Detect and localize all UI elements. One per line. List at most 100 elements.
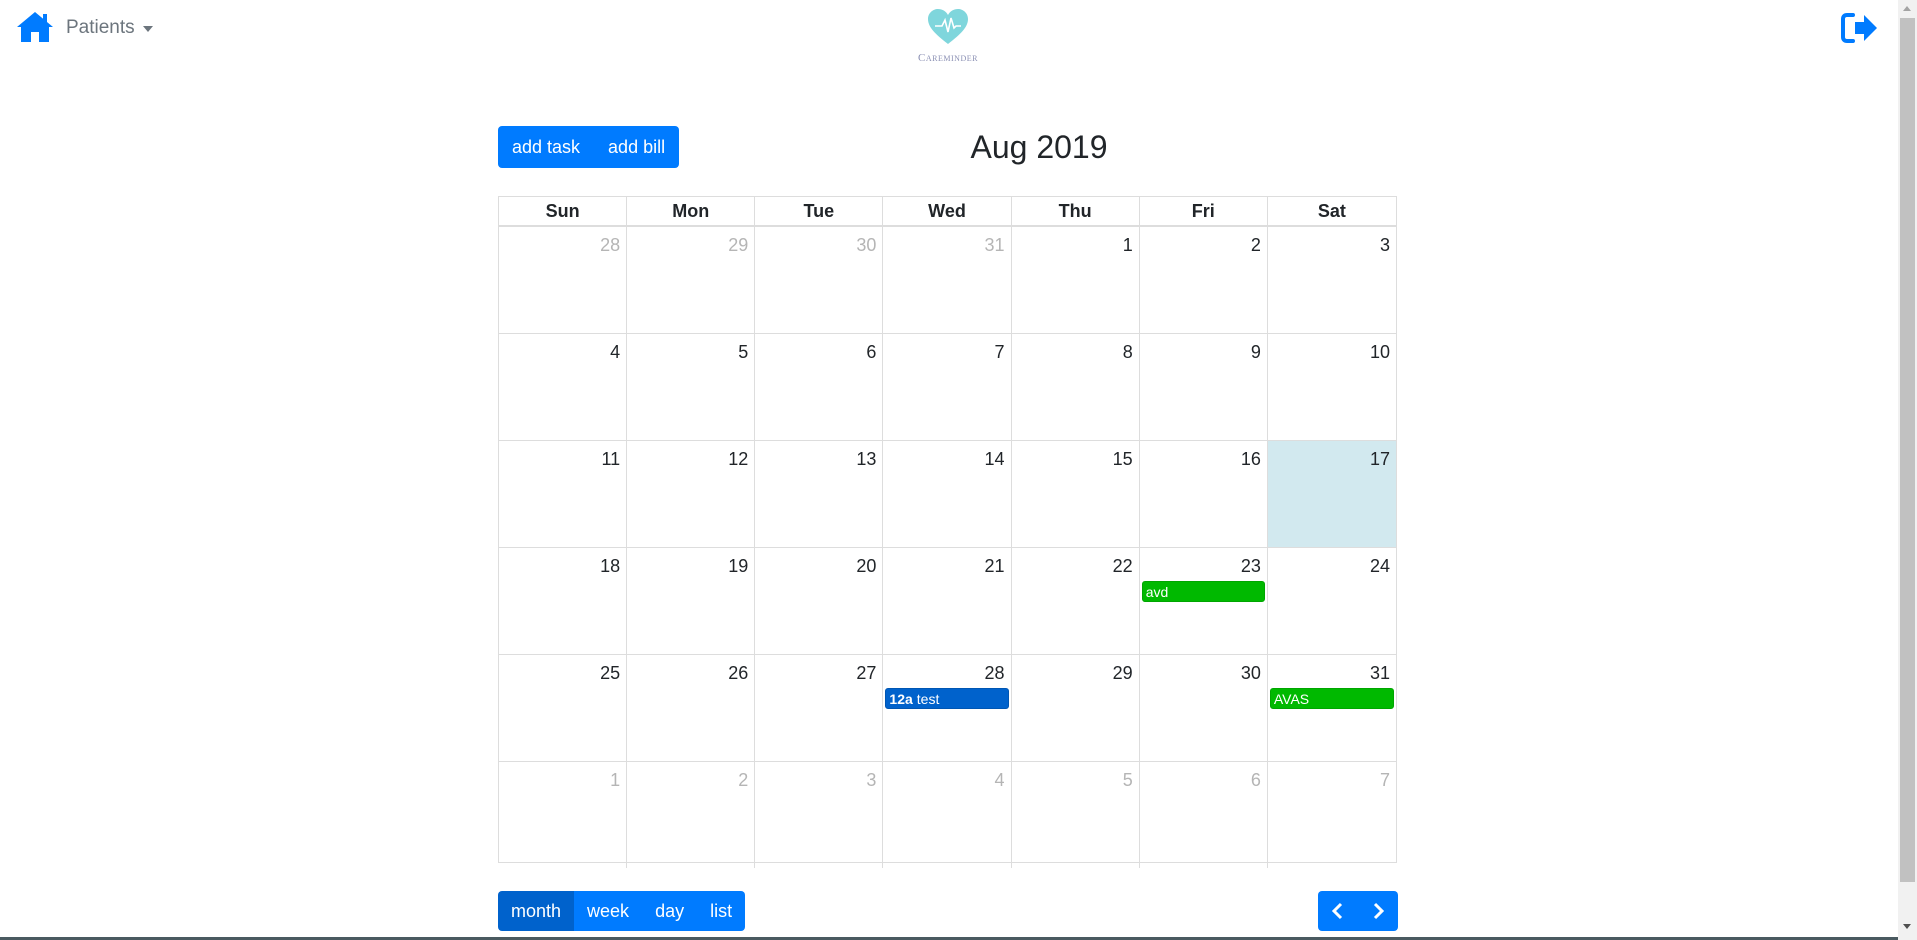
- calendar-event[interactable]: AVAS: [1269, 688, 1394, 709]
- day-number[interactable]: 4: [610, 342, 620, 363]
- vertical-scrollbar[interactable]: [1898, 0, 1917, 940]
- day-cell[interactable]: 16: [1140, 441, 1268, 547]
- day-cell[interactable]: 13: [755, 441, 884, 547]
- next-button[interactable]: [1358, 891, 1398, 931]
- day-number[interactable]: 13: [856, 449, 876, 470]
- day-number[interactable]: 24: [1370, 556, 1390, 577]
- day-number[interactable]: 31: [1370, 663, 1390, 684]
- day-number[interactable]: 5: [1123, 770, 1133, 791]
- patients-dropdown[interactable]: Patients: [66, 16, 153, 40]
- day-number[interactable]: 21: [985, 556, 1005, 577]
- day-number[interactable]: 16: [1241, 449, 1261, 470]
- day-cell[interactable]: 2: [1140, 227, 1268, 333]
- day-cell[interactable]: 9: [1140, 334, 1268, 440]
- day-number[interactable]: 6: [866, 342, 876, 363]
- day-number[interactable]: 9: [1251, 342, 1261, 363]
- day-cell[interactable]: 6: [755, 334, 884, 440]
- day-number[interactable]: 7: [995, 342, 1005, 363]
- day-cell[interactable]: 29: [627, 227, 756, 333]
- day-number[interactable]: 28: [985, 663, 1005, 684]
- home-link[interactable]: [15, 10, 55, 44]
- prev-button[interactable]: [1318, 891, 1358, 931]
- day-cell[interactable]: 23 avd: [1140, 548, 1268, 654]
- day-number[interactable]: 10: [1370, 342, 1390, 363]
- add-bill-button[interactable]: add bill: [594, 126, 680, 168]
- day-cell[interactable]: 10: [1268, 334, 1396, 440]
- day-cell[interactable]: 31 AVAS: [1268, 655, 1396, 761]
- day-number[interactable]: 2: [738, 770, 748, 791]
- logout-link[interactable]: [1841, 12, 1879, 44]
- day-cell[interactable]: 3: [755, 762, 884, 868]
- day-cell[interactable]: 29: [1012, 655, 1140, 761]
- day-number[interactable]: 18: [600, 556, 620, 577]
- day-cell[interactable]: 4: [499, 334, 628, 440]
- day-number[interactable]: 27: [856, 663, 876, 684]
- scroll-down-arrow[interactable]: [1898, 918, 1917, 935]
- day-number[interactable]: 4: [995, 770, 1005, 791]
- day-cell[interactable]: 26: [627, 655, 756, 761]
- day-cell[interactable]: 24: [1268, 548, 1396, 654]
- calendar-event[interactable]: 12a test: [885, 688, 1009, 709]
- day-number[interactable]: 30: [1241, 663, 1261, 684]
- day-cell-today[interactable]: 17: [1267, 441, 1396, 547]
- day-cell[interactable]: 5: [1012, 762, 1140, 868]
- day-number[interactable]: 23: [1241, 556, 1261, 577]
- day-number[interactable]: 3: [1380, 235, 1390, 256]
- day-cell[interactable]: 30: [755, 227, 884, 333]
- day-cell[interactable]: 28: [499, 227, 628, 333]
- day-cell[interactable]: 5: [627, 334, 756, 440]
- day-number[interactable]: 31: [985, 235, 1005, 256]
- day-cell[interactable]: 11: [499, 441, 628, 547]
- day-number[interactable]: 17: [1370, 449, 1390, 470]
- add-task-button[interactable]: add task: [498, 126, 595, 168]
- day-number[interactable]: 14: [985, 449, 1005, 470]
- day-number[interactable]: 1: [1123, 235, 1133, 256]
- scroll-up-arrow[interactable]: [1898, 0, 1917, 17]
- day-cell[interactable]: 31: [883, 227, 1012, 333]
- day-number[interactable]: 30: [856, 235, 876, 256]
- day-cell[interactable]: 21: [883, 548, 1012, 654]
- day-number[interactable]: 12: [728, 449, 748, 470]
- day-view-button[interactable]: day: [642, 891, 698, 931]
- day-cell[interactable]: 25: [499, 655, 628, 761]
- day-number[interactable]: 19: [728, 556, 748, 577]
- day-number[interactable]: 6: [1251, 770, 1261, 791]
- day-cell[interactable]: 1: [499, 762, 628, 868]
- day-number[interactable]: 8: [1123, 342, 1133, 363]
- day-cell[interactable]: 8: [1012, 334, 1140, 440]
- calendar-event[interactable]: avd: [1141, 581, 1265, 602]
- day-cell[interactable]: 19: [627, 548, 756, 654]
- scroll-thumb[interactable]: [1900, 18, 1915, 882]
- day-cell[interactable]: 7: [1268, 762, 1396, 868]
- day-number[interactable]: 15: [1113, 449, 1133, 470]
- day-number[interactable]: 3: [866, 770, 876, 791]
- month-view-button[interactable]: month: [498, 891, 575, 931]
- day-cell[interactable]: 3: [1268, 227, 1396, 333]
- day-cell[interactable]: 14: [883, 441, 1012, 547]
- day-number[interactable]: 11: [601, 449, 620, 470]
- day-cell[interactable]: 22: [1012, 548, 1140, 654]
- day-number[interactable]: 26: [728, 663, 748, 684]
- day-cell[interactable]: 6: [1140, 762, 1268, 868]
- day-cell[interactable]: 28 12a test: [883, 655, 1012, 761]
- day-number[interactable]: 29: [1113, 663, 1133, 684]
- day-cell[interactable]: 15: [1012, 441, 1140, 547]
- day-number[interactable]: 28: [600, 235, 620, 256]
- day-cell[interactable]: 27: [755, 655, 884, 761]
- day-number[interactable]: 5: [738, 342, 748, 363]
- day-number[interactable]: 20: [856, 556, 876, 577]
- week-view-button[interactable]: week: [574, 891, 643, 931]
- day-cell[interactable]: 20: [755, 548, 884, 654]
- day-cell[interactable]: 18: [499, 548, 628, 654]
- day-number[interactable]: 29: [728, 235, 748, 256]
- day-cell[interactable]: 1: [1012, 227, 1140, 333]
- day-number[interactable]: 22: [1113, 556, 1133, 577]
- day-cell[interactable]: 2: [627, 762, 756, 868]
- day-cell[interactable]: 12: [627, 441, 756, 547]
- day-number[interactable]: 7: [1380, 770, 1390, 791]
- day-cell[interactable]: 7: [883, 334, 1012, 440]
- day-cell[interactable]: 30: [1140, 655, 1268, 761]
- day-number[interactable]: 1: [610, 770, 620, 791]
- day-cell[interactable]: 4: [883, 762, 1012, 868]
- day-number[interactable]: 2: [1251, 235, 1261, 256]
